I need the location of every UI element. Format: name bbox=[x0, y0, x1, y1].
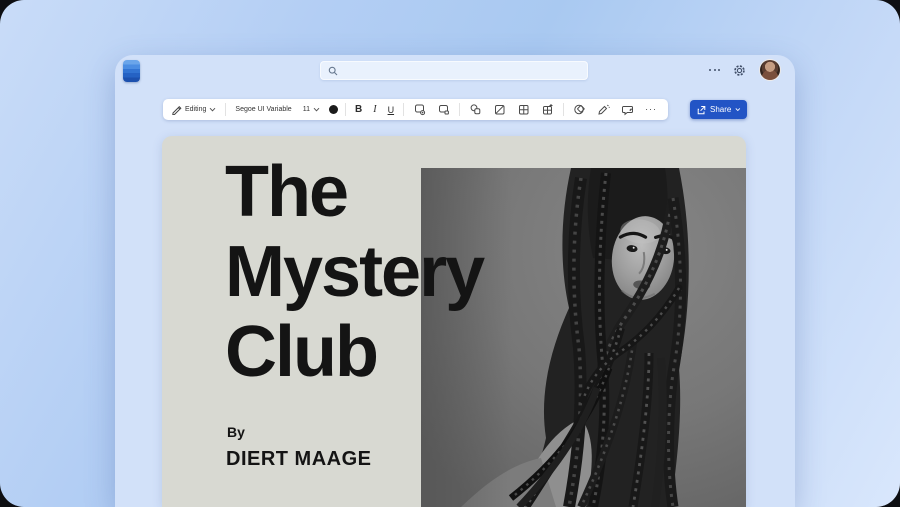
titlebar-right bbox=[709, 55, 781, 85]
title-line: Club bbox=[225, 312, 379, 392]
insert-group bbox=[467, 101, 556, 118]
titlebar bbox=[115, 55, 795, 93]
document-page[interactable]: The Mystery Club By DIERT MAAGE bbox=[162, 136, 746, 507]
share-icon bbox=[696, 105, 706, 115]
font-size-dropdown[interactable]: 11 bbox=[301, 104, 322, 115]
app-logo-icon[interactable] bbox=[123, 60, 140, 82]
ink-pen-icon[interactable] bbox=[595, 101, 612, 118]
pencil-icon bbox=[171, 104, 182, 115]
more-horizontal-icon[interactable] bbox=[709, 69, 720, 71]
screenshot-canvas: Editing Segoe UI Variable 11 B I U ··· S… bbox=[0, 0, 900, 507]
ribbon-toolbar: Editing Segoe UI Variable 11 B I U ··· bbox=[163, 99, 668, 120]
font-color-swatch[interactable] bbox=[328, 105, 338, 114]
chevron-down-icon bbox=[210, 107, 216, 112]
underline-button[interactable]: U bbox=[386, 103, 397, 117]
designer-icon[interactable] bbox=[571, 101, 588, 118]
share-button[interactable]: Share bbox=[690, 100, 747, 119]
byline-prefix: By bbox=[227, 424, 245, 440]
share-label: Share bbox=[710, 105, 732, 114]
toolbar-divider bbox=[225, 103, 227, 116]
table-add-icon[interactable] bbox=[539, 101, 556, 118]
image-icon[interactable] bbox=[491, 101, 508, 118]
author-name: DIERT MAAGE bbox=[226, 448, 372, 470]
table-icon[interactable] bbox=[515, 101, 532, 118]
toolbar-divider bbox=[459, 103, 461, 116]
title-line: Mystery bbox=[225, 232, 485, 312]
bold-button[interactable]: B bbox=[353, 102, 364, 117]
font-group: Segoe UI Variable 11 bbox=[233, 104, 338, 115]
smart-tools-group: ··· bbox=[571, 101, 659, 118]
basic-format-group: B I U bbox=[353, 102, 396, 117]
italic-button[interactable]: I bbox=[371, 102, 378, 117]
font-family-dropdown[interactable]: Segoe UI Variable bbox=[233, 104, 293, 115]
editing-mode-label: Editing bbox=[185, 106, 207, 113]
style-tools-group bbox=[411, 101, 452, 118]
search-icon bbox=[328, 66, 338, 76]
app-window: Editing Segoe UI Variable 11 B I U ··· S… bbox=[115, 55, 795, 507]
toolbar-divider bbox=[403, 103, 405, 116]
document-byline: By DIERT MAAGE bbox=[226, 424, 372, 471]
format-painter-icon[interactable] bbox=[435, 101, 452, 118]
toolbar-divider bbox=[563, 103, 565, 116]
document-title: The Mystery Club bbox=[225, 152, 485, 392]
shapes-icon[interactable] bbox=[467, 101, 484, 118]
comments-icon[interactable] bbox=[619, 101, 636, 118]
toolbar-divider bbox=[344, 103, 346, 116]
search-input[interactable] bbox=[320, 61, 588, 80]
more-options-icon[interactable]: ··· bbox=[643, 103, 659, 116]
editing-mode-dropdown[interactable]: Editing bbox=[169, 102, 218, 117]
styles-icon[interactable] bbox=[411, 101, 428, 118]
chevron-down-icon bbox=[313, 107, 320, 112]
user-avatar[interactable] bbox=[759, 59, 781, 81]
title-line: The bbox=[225, 152, 349, 232]
font-size-value: 11 bbox=[302, 106, 310, 113]
chevron-down-icon bbox=[735, 108, 741, 112]
settings-gear-icon[interactable] bbox=[733, 64, 746, 77]
